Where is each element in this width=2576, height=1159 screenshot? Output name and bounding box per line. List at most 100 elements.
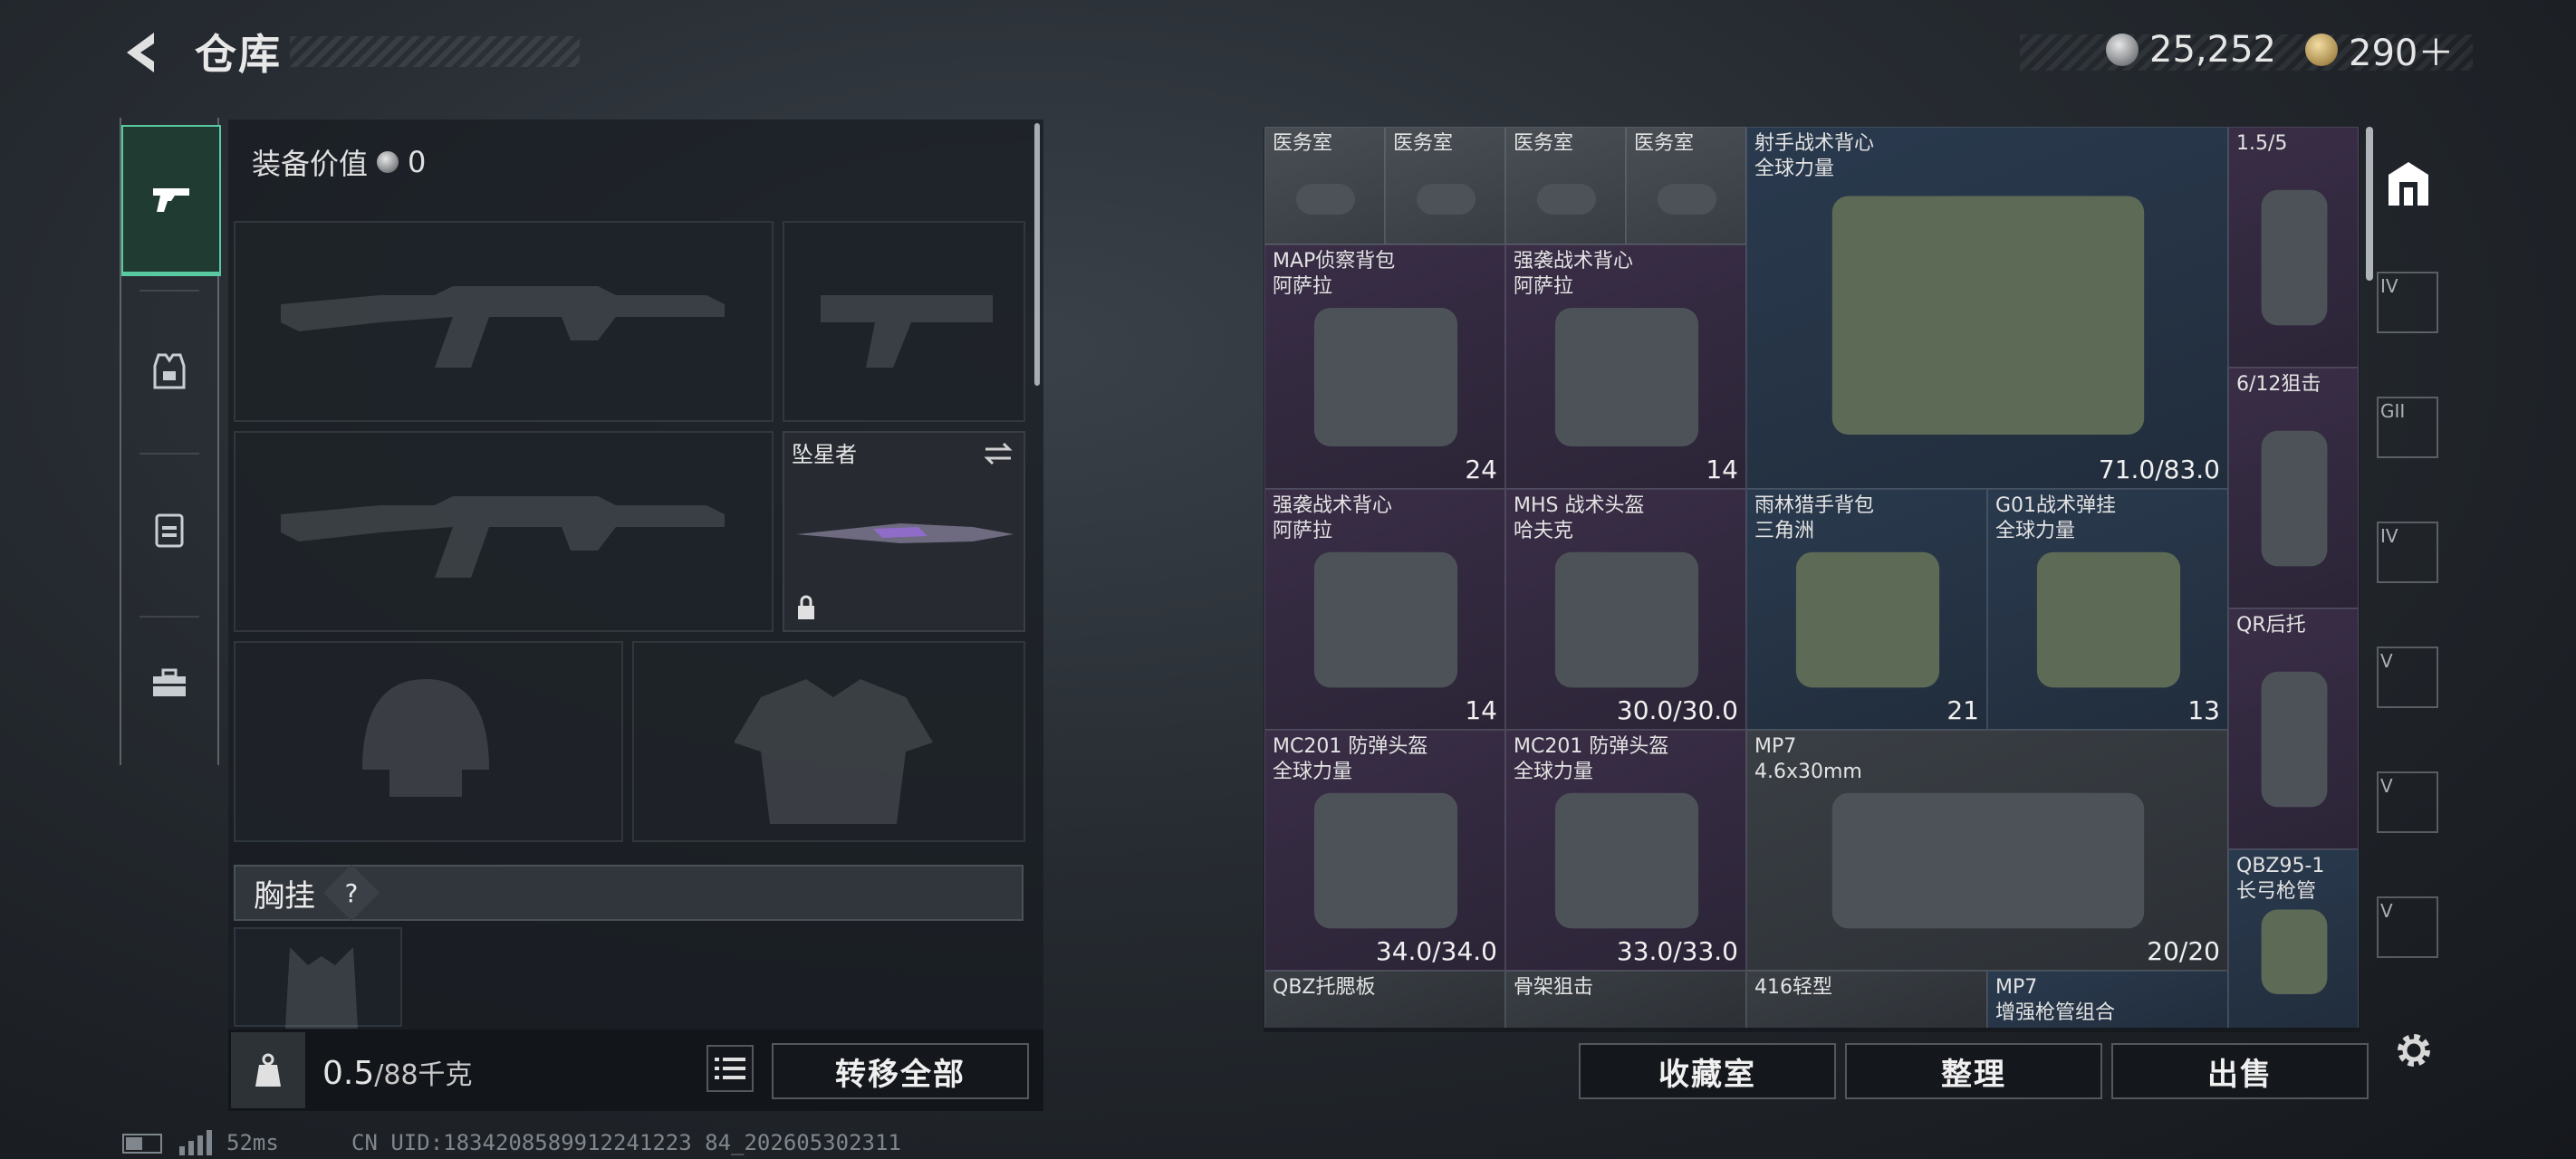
item-image [1313, 308, 1458, 446]
storage-tab[interactable]: V [2377, 896, 2438, 958]
item-value: 20/20 [2147, 936, 2220, 966]
storage-tab[interactable]: V [2377, 771, 2438, 833]
item-image [1554, 792, 1699, 929]
chest-rig-slot[interactable] [234, 927, 402, 1029]
item-value: 21 [1946, 695, 1979, 725]
melee-name: 坠星者 [792, 442, 857, 467]
storage-item[interactable]: 强袭战术背心 阿萨拉 14 [1505, 244, 1746, 489]
weight-current: 0.5 [322, 1055, 375, 1092]
melee-slot[interactable]: 坠星者 [783, 431, 1025, 632]
equipment-value-amount: 0 [408, 145, 427, 179]
storage-item[interactable]: 射手战术背心 全球力量 71.0/83.0 [1746, 127, 2228, 489]
organize-button[interactable]: 整理 [1845, 1043, 2102, 1099]
settings-gear-icon[interactable] [2387, 1023, 2441, 1078]
item-name: 医务室 [1273, 132, 1333, 155]
item-image [1554, 551, 1699, 688]
storage-item[interactable]: 强袭战术背心 阿萨拉 14 [1264, 489, 1505, 730]
nav-armor[interactable] [121, 299, 217, 444]
back-arrow-icon[interactable] [118, 25, 172, 80]
silver-coin-icon [2106, 34, 2139, 66]
item-value: 14 [1465, 695, 1497, 725]
item-name: 医务室 [1393, 132, 1454, 155]
item-image [1554, 308, 1699, 446]
sell-button[interactable]: 出售 [2111, 1043, 2369, 1099]
storage-item[interactable]: 医务室 [1505, 127, 1626, 244]
storage-item[interactable]: 雨林猎手背包 三角洲 21 [1746, 489, 1987, 730]
vest-icon [153, 353, 186, 389]
item-name: 强袭战术背心 阿萨拉 [1514, 250, 1634, 298]
storage-item[interactable]: 416轻型 [1746, 971, 1987, 1028]
equipment-value-label: 装备价值 [252, 147, 369, 181]
item-name: QBZ托腮板 [1273, 976, 1376, 999]
body-armor-slot[interactable] [632, 641, 1025, 842]
item-name: 1.5/5 [2236, 132, 2288, 155]
nav-weapons[interactable] [121, 125, 221, 276]
item-image [1313, 551, 1458, 688]
helmet-slot[interactable] [234, 641, 623, 842]
signal-icon [179, 1130, 212, 1155]
item-name: 416轻型 [1754, 976, 1832, 999]
item-image [2261, 430, 2328, 567]
storage-item[interactable]: 1.5/5 [2228, 127, 2359, 368]
item-image [2261, 189, 2328, 326]
storage-item[interactable]: MC201 防弹头盔 全球力量 34.0/34.0 [1264, 730, 1505, 971]
nav-toolbox[interactable] [121, 611, 217, 756]
list-view-button[interactable] [706, 1045, 754, 1092]
chest-rig-label: 胸挂 [254, 877, 315, 915]
title-decoration [290, 36, 580, 67]
warehouse-icon [2389, 162, 2428, 206]
storage-item[interactable]: QBZ95-1 长弓枪管 [2228, 849, 2359, 1028]
storage-item[interactable]: MP7 4.6x30mm 20/20 [1746, 730, 2228, 971]
storage-item[interactable]: 6/12狙击 [2228, 368, 2359, 608]
storage-item[interactable]: MAP侦察背包 阿萨拉 24 [1264, 244, 1505, 489]
storage-tab[interactable]: V [2377, 647, 2438, 708]
pistol-slot[interactable] [783, 221, 1025, 422]
storage-tab[interactable]: GII [2377, 397, 2438, 458]
item-name: MAP侦察背包 阿萨拉 [1273, 250, 1396, 298]
storage-tab-all[interactable] [2377, 152, 2440, 216]
gold-amount: 290＋ [2349, 33, 2455, 74]
item-name: MC201 防弹头盔 全球力量 [1273, 735, 1428, 783]
storage-item[interactable]: MHS 战术头盔 哈夫克 30.0/30.0 [1505, 489, 1746, 730]
primary-weapon-slot[interactable] [234, 221, 774, 422]
pistol-icon [153, 188, 189, 212]
storage-tab[interactable]: IV [2377, 272, 2438, 333]
storage-item[interactable]: 医务室 [1385, 127, 1505, 244]
nav-backpack[interactable] [121, 457, 217, 602]
item-value: 33.0/33.0 [1616, 936, 1738, 966]
item-value: 30.0/30.0 [1616, 695, 1738, 725]
uid-readout: CN UID:1834208589912241223 84_2026053023… [351, 1130, 901, 1155]
category-nav [120, 118, 221, 765]
silver-coin-icon [377, 151, 399, 173]
item-name: G01战术弹挂 全球力量 [1995, 494, 2117, 542]
lock-icon [798, 595, 814, 619]
ping-readout: 52ms [226, 1130, 279, 1155]
secondary-weapon-slot[interactable] [234, 431, 774, 632]
storage-item[interactable]: MP7 增强枪管组合 [1987, 971, 2228, 1028]
item-name: 射手战术背心 全球力量 [1754, 132, 1875, 180]
storage-item[interactable]: QR后托 [2228, 608, 2359, 849]
collection-room-button[interactable]: 收藏室 [1579, 1043, 1836, 1099]
gold-currency[interactable]: 290＋ [2305, 27, 2454, 74]
item-value: 71.0/83.0 [2098, 455, 2220, 484]
storage-item[interactable]: 医务室 [1626, 127, 1746, 244]
help-icon[interactable]: ? [322, 864, 380, 922]
transfer-all-button[interactable]: 转移全部 [772, 1043, 1029, 1099]
rifle-silhouette-icon [281, 496, 725, 578]
item-name: MHS 战术头盔 哈夫克 [1514, 494, 1645, 542]
battery-icon [122, 1134, 162, 1154]
pistol-silhouette-icon [821, 295, 993, 368]
storage-tab[interactable]: IV [2377, 522, 2438, 583]
page-title: 仓库 [195, 30, 282, 79]
storage-item[interactable]: 医务室 [1264, 127, 1385, 244]
swap-icon[interactable] [982, 440, 1014, 467]
item-value: 13 [2187, 695, 2220, 725]
equipment-scrollbar[interactable] [1034, 123, 1040, 386]
storage-item[interactable]: QBZ托腮板 [1264, 971, 1505, 1028]
storage-item[interactable]: 骨架狙击 [1505, 971, 1746, 1028]
item-name: 医务室 [1514, 132, 1574, 155]
storage-item[interactable]: MC201 防弹头盔 全球力量 33.0/33.0 [1505, 730, 1746, 971]
storage-item[interactable]: G01战术弹挂 全球力量 13 [1987, 489, 2228, 730]
item-image [1313, 792, 1458, 929]
item-image [1416, 184, 1476, 215]
